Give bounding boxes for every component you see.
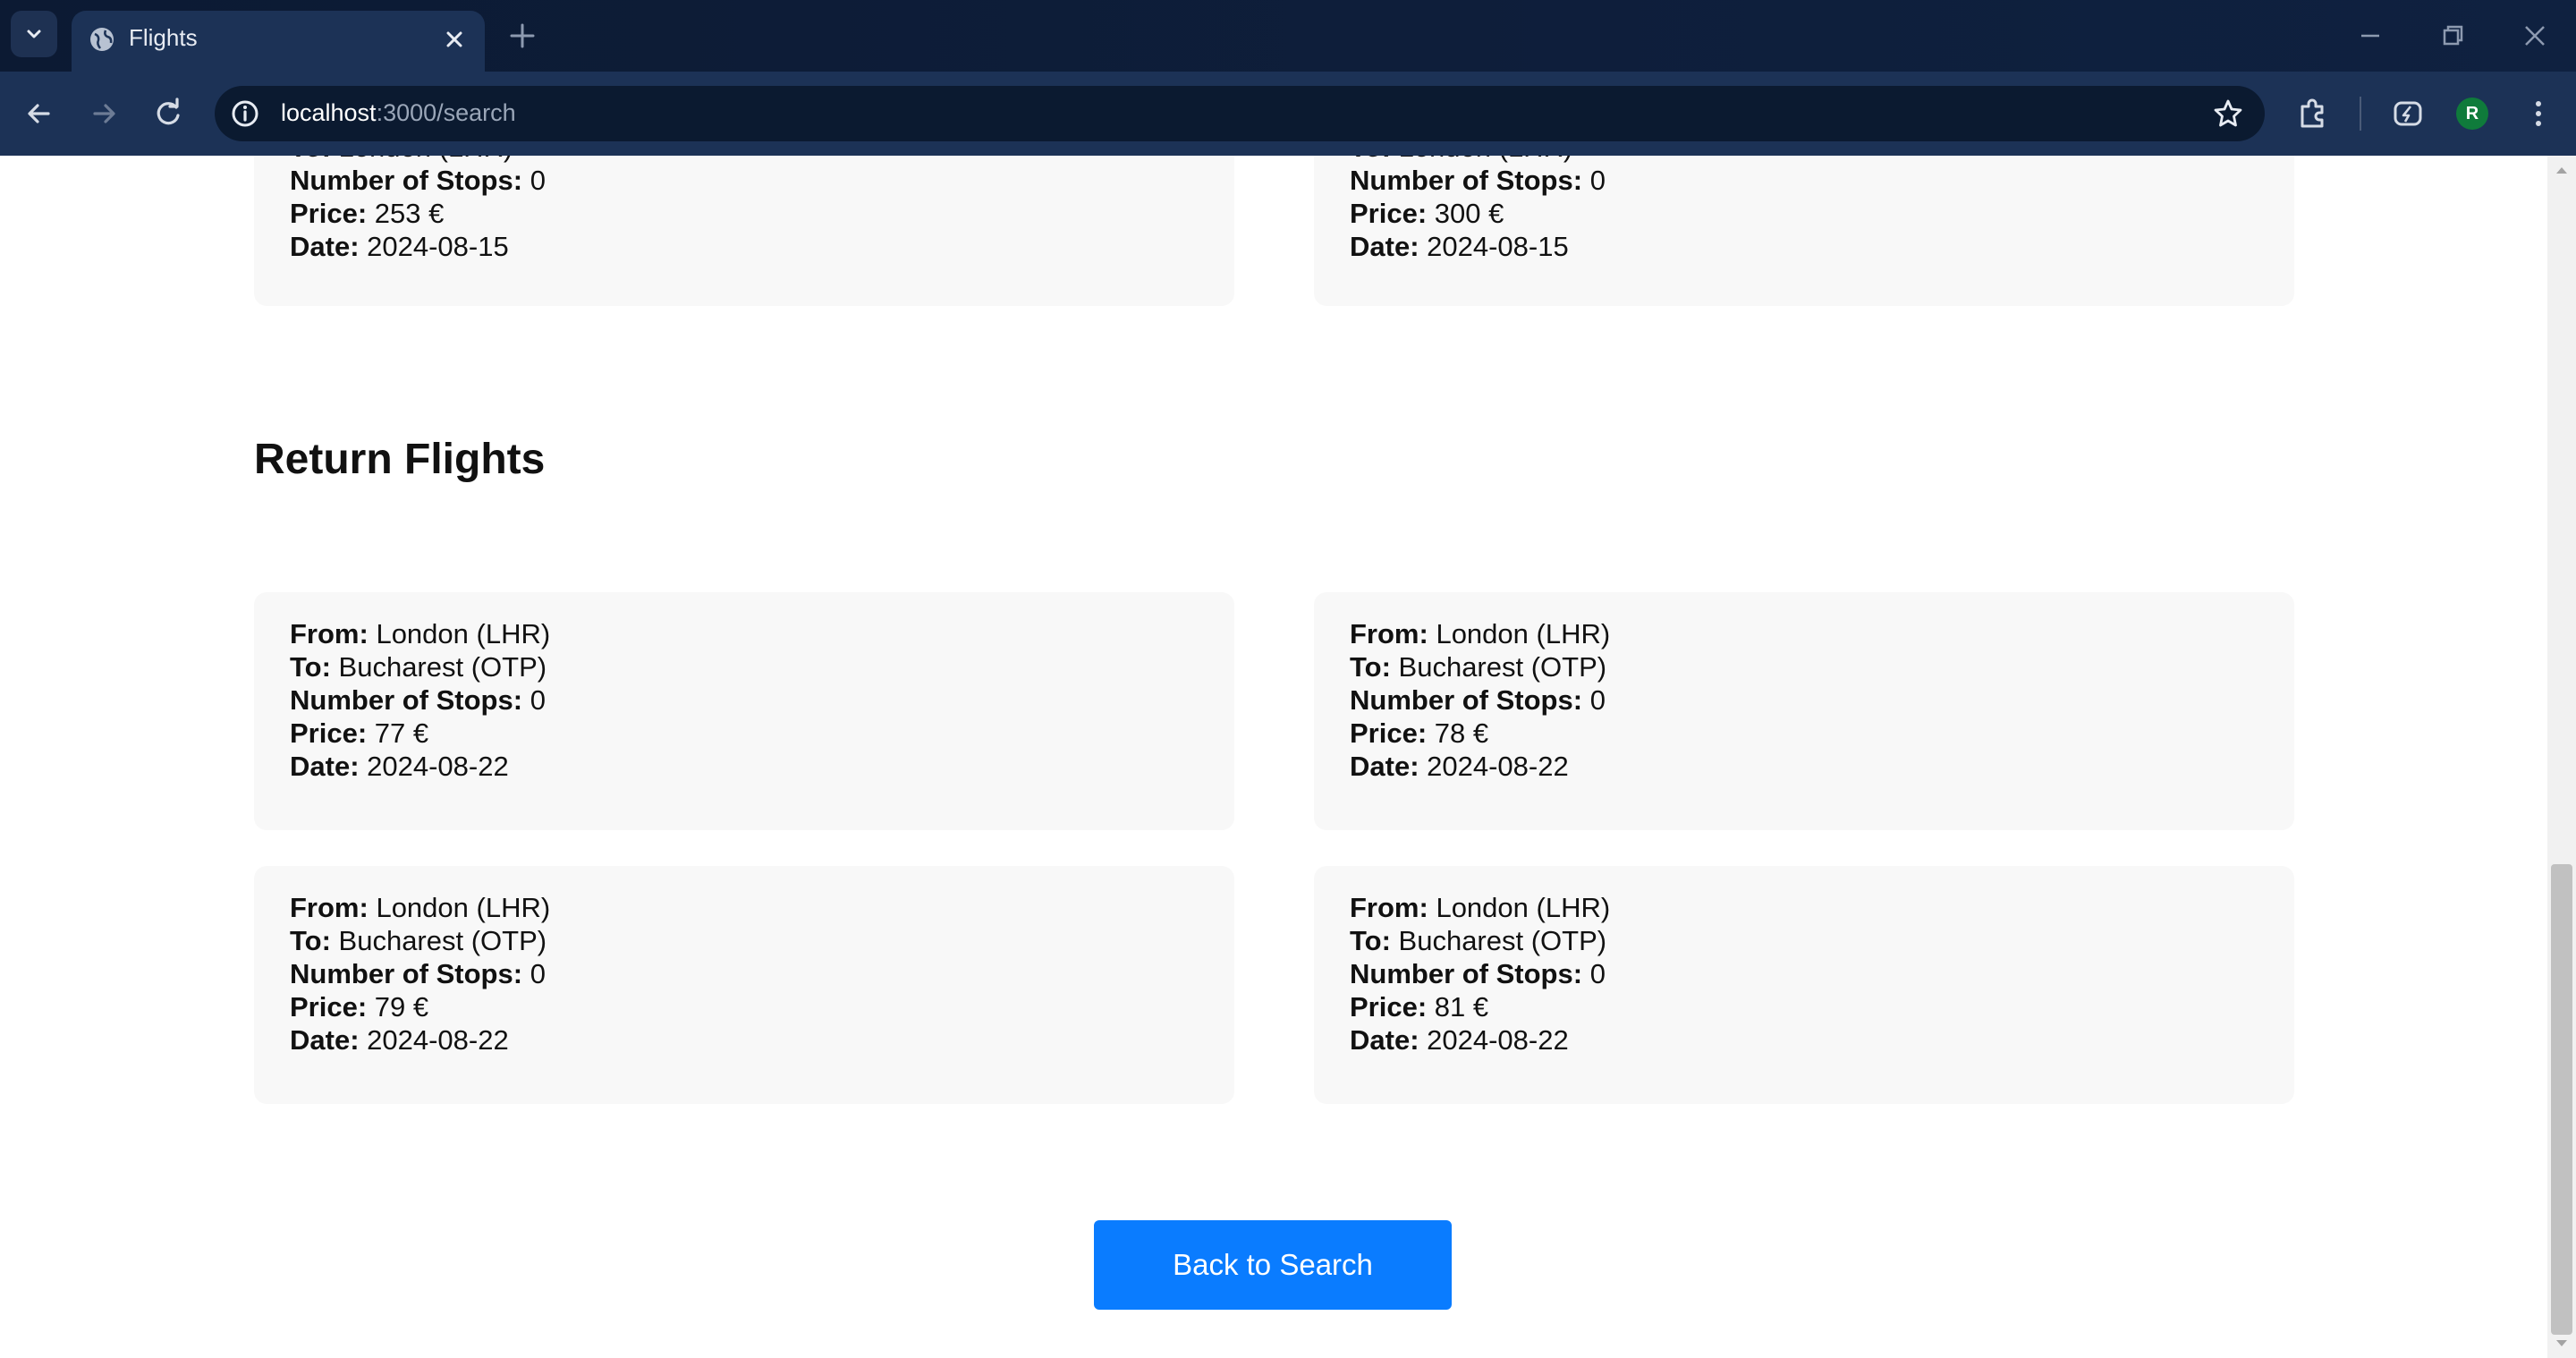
globe-icon: [90, 28, 114, 51]
page-scrollbar[interactable]: [2547, 156, 2576, 1358]
browser-toolbar: localhost:3000/search R: [0, 72, 2576, 156]
flight-date-row: Date: 2024-08-15: [290, 231, 509, 262]
return-flight-card: From: London (LHR) To: Bucharest (OTP) N…: [1314, 866, 2294, 1104]
outbound-flight-card: To: London (LHR) Number of Stops: 0 Pric…: [254, 156, 1234, 306]
scrollbar-thumb[interactable]: [2551, 864, 2572, 1335]
return-flight-card: From: London (LHR) To: Bucharest (OTP) N…: [254, 866, 1234, 1104]
bookmark-star-icon[interactable]: [2211, 97, 2245, 131]
flight-date-row: Date: 2024-08-15: [1350, 231, 1569, 262]
flight-stops-row: Number of Stops: 0: [1350, 684, 1606, 716]
scroll-up-arrow-icon[interactable]: [2553, 161, 2571, 179]
chevron-down-icon: [27, 30, 41, 38]
reload-icon[interactable]: [148, 94, 188, 133]
flight-from-row: From: London (LHR): [290, 892, 551, 923]
flight-price-row: Price: 253 €: [290, 198, 445, 229]
scroll-down-arrow-icon[interactable]: [2553, 1335, 2571, 1353]
return-flight-card: From: London (LHR) To: Bucharest (OTP) N…: [1314, 592, 2294, 830]
forward-arrow-icon[interactable]: [84, 94, 123, 133]
flight-price-row: Price: 81 €: [1350, 991, 1489, 1023]
active-tab[interactable]: Flights: [72, 11, 485, 72]
more-menu-icon[interactable]: [2519, 94, 2558, 133]
back-arrow-icon[interactable]: [20, 94, 59, 133]
flight-to-row: To: Bucharest (OTP): [290, 925, 547, 956]
site-info-icon[interactable]: [227, 96, 263, 132]
browser-tab-strip: Flights: [0, 0, 2576, 72]
back-to-search-button[interactable]: Back to Search: [1094, 1220, 1452, 1310]
flight-to-row: To: London (LHR): [1350, 156, 2294, 164]
flight-to-row: To: Bucharest (OTP): [290, 651, 547, 683]
performance-icon[interactable]: [2388, 94, 2428, 133]
flight-date-row: Date: 2024-08-22: [1350, 1024, 1569, 1056]
flight-stops-row: Number of Stops: 0: [290, 165, 546, 196]
flight-from-row: From: London (LHR): [290, 618, 551, 649]
flight-date-row: Date: 2024-08-22: [290, 1024, 509, 1056]
minimize-icon[interactable]: [2354, 20, 2386, 52]
tab-title: Flights: [129, 24, 198, 51]
flight-price-row: Price: 78 €: [1350, 717, 1489, 749]
url-path: :3000/search: [376, 99, 516, 126]
flight-to-row: To: London (LHR): [290, 156, 1234, 164]
tab-search-button[interactable]: [11, 11, 57, 57]
toolbar-divider: [2360, 97, 2361, 131]
flight-stops-row: Number of Stops: 0: [290, 684, 546, 716]
extensions-puzzle-icon[interactable]: [2293, 94, 2333, 133]
close-window-icon[interactable]: [2519, 20, 2551, 52]
return-flight-card: From: London (LHR) To: Bucharest (OTP) N…: [254, 592, 1234, 830]
flight-stops-row: Number of Stops: 0: [1350, 958, 1606, 989]
page-viewport: To: London (LHR) Number of Stops: 0 Pric…: [0, 156, 2547, 1358]
flight-stops-row: Number of Stops: 0: [1350, 165, 1606, 196]
flight-date-row: Date: 2024-08-22: [1350, 751, 1569, 782]
flight-to-row: To: Bucharest (OTP): [1350, 925, 1607, 956]
flight-price-row: Price: 79 €: [290, 991, 429, 1023]
return-flights-heading: Return Flights: [254, 436, 546, 483]
url-text: localhost:3000/search: [281, 99, 516, 127]
outbound-flight-card: To: London (LHR) Number of Stops: 0 Pric…: [1314, 156, 2294, 306]
flight-stops-row: Number of Stops: 0: [290, 958, 546, 989]
flight-price-row: Price: 77 €: [290, 717, 429, 749]
flight-date-row: Date: 2024-08-22: [290, 751, 509, 782]
url-host: localhost: [281, 99, 377, 126]
new-tab-plus-icon[interactable]: [506, 20, 538, 52]
profile-avatar[interactable]: R: [2456, 98, 2488, 130]
flight-price-row: Price: 300 €: [1350, 198, 1504, 229]
close-tab-icon[interactable]: [440, 25, 469, 54]
flight-from-row: From: London (LHR): [1350, 892, 1611, 923]
address-bar[interactable]: localhost:3000/search: [215, 86, 2265, 141]
flight-from-row: From: London (LHR): [1350, 618, 1611, 649]
flight-to-row: To: Bucharest (OTP): [1350, 651, 1607, 683]
restore-icon[interactable]: [2436, 20, 2469, 52]
